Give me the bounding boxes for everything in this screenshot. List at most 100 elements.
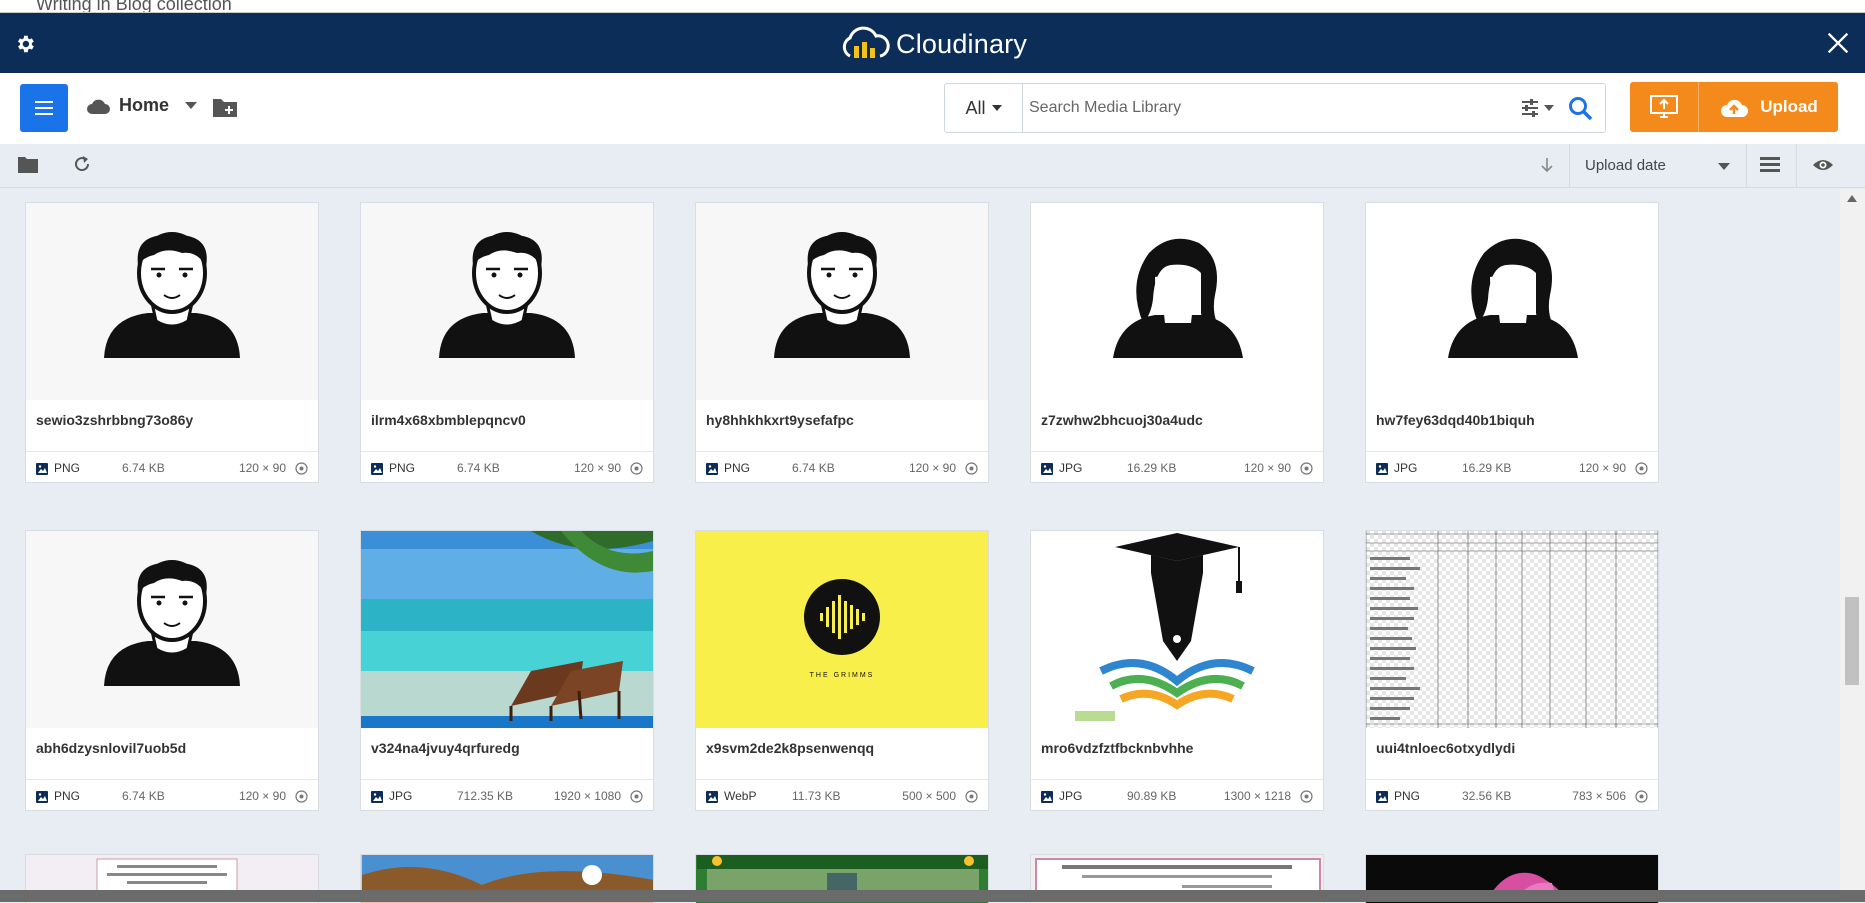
globe-icon bbox=[630, 790, 643, 803]
asset-size: 6.74 KB bbox=[122, 461, 165, 475]
folder-selector[interactable]: Home bbox=[86, 95, 198, 116]
asset-dimensions: 1300 × 1218 bbox=[1223, 789, 1291, 803]
globe-icon bbox=[965, 790, 978, 803]
asset-name: hy8hhkhkxrt9ysefafpc bbox=[706, 412, 854, 428]
asset-card[interactable]: hw7fey63dqd40b1biquh JPG 16.29 KB 120 × 90 bbox=[1365, 202, 1659, 483]
asset-card[interactable]: mro6vdzfztfbcknbvhhe JPG 90.89 KB 1300 × 12… bbox=[1030, 530, 1324, 811]
list-view-icon[interactable] bbox=[1760, 156, 1780, 174]
chevron-down-icon bbox=[185, 101, 198, 109]
image-icon bbox=[1376, 463, 1388, 475]
asset-format: PNG bbox=[54, 789, 81, 803]
search-scope-dropdown[interactable]: All bbox=[945, 84, 1023, 132]
asset-grid: sewio3zshrbbng73o86y PNG 6.74 KB 120 × 90 i… bbox=[0, 189, 1840, 903]
chevron-down-icon bbox=[991, 105, 1002, 111]
image-icon bbox=[1041, 791, 1053, 803]
asset-thumbnail[interactable] bbox=[26, 531, 318, 728]
view-options-bar: Upload date bbox=[0, 144, 1865, 188]
asset-format: JPG bbox=[1394, 461, 1418, 475]
sort-direction-icon[interactable] bbox=[1540, 157, 1554, 173]
search-input[interactable] bbox=[1029, 94, 1519, 122]
upload-from-screen-button[interactable] bbox=[1630, 82, 1699, 132]
asset-thumbnail[interactable] bbox=[361, 531, 653, 728]
asset-meta: PNG 6.74 KB 120 × 90 bbox=[361, 451, 653, 483]
asset-thumbnail[interactable] bbox=[696, 203, 988, 400]
image-icon bbox=[706, 463, 718, 475]
upload-group: Upload bbox=[1630, 82, 1838, 132]
asset-format: PNG bbox=[1394, 789, 1421, 803]
asset-card[interactable]: sewio3zshrbbng73o86y PNG 6.74 KB 120 × 90 bbox=[25, 202, 319, 483]
modal-header: Cloudinary bbox=[0, 13, 1865, 73]
gear-icon[interactable] bbox=[14, 33, 36, 55]
asset-thumbnail[interactable] bbox=[1366, 203, 1658, 400]
refresh-icon[interactable] bbox=[72, 154, 92, 174]
asset-card[interactable]: THE GRIMMS x9svm2de2k8psenwenqq WebP 11.73 … bbox=[695, 530, 989, 811]
asset-size: 6.74 KB bbox=[792, 461, 835, 475]
main-toolbar: Home All Upload bbox=[0, 73, 1865, 144]
globe-icon bbox=[1635, 462, 1648, 475]
globe-icon bbox=[1300, 462, 1313, 475]
folder-name: Home bbox=[119, 95, 170, 115]
image-icon bbox=[371, 791, 383, 803]
asset-dimensions: 120 × 90 bbox=[573, 461, 621, 475]
sort-by-dropdown[interactable]: Upload date bbox=[1569, 144, 1747, 187]
asset-format: JPG bbox=[389, 789, 413, 803]
asset-thumbnail[interactable] bbox=[1031, 203, 1323, 400]
filter-icon[interactable] bbox=[1520, 97, 1558, 119]
media-library-modal: Cloudinary Home All Search Media Library… bbox=[0, 12, 1865, 903]
asset-card[interactable]: z7zwhw2bhcuoj30a4udc JPG 16.29 KB 120 × 90 bbox=[1030, 202, 1324, 483]
asset-meta: PNG 32.56 KB 783 × 506 bbox=[1366, 779, 1658, 811]
asset-dimensions: 1920 × 1080 bbox=[553, 789, 621, 803]
search-scope-label: All bbox=[965, 97, 986, 118]
menu-button[interactable] bbox=[20, 84, 68, 132]
asset-format: JPG bbox=[1059, 461, 1083, 475]
asset-format: WebP bbox=[724, 789, 757, 803]
new-folder-icon[interactable] bbox=[212, 96, 238, 118]
asset-name: ilrm4x68xbmblepqncv0 bbox=[371, 412, 526, 428]
asset-card[interactable]: v324na4jvuy4qrfuredg JPG 712.35 KB 1920 × 1… bbox=[360, 530, 654, 811]
asset-dimensions: 500 × 500 bbox=[902, 789, 956, 803]
eye-icon[interactable] bbox=[1812, 157, 1834, 173]
image-icon bbox=[1376, 791, 1388, 803]
asset-size: 16.29 KB bbox=[1462, 461, 1512, 475]
asset-card[interactable]: uui4tnloec6otxydlydi PNG 32.56 KB 783 × 506 bbox=[1365, 530, 1659, 811]
asset-meta: JPG 712.35 KB 1920 × 1080 bbox=[361, 779, 653, 811]
grimms-text: THE GRIMMS bbox=[810, 672, 875, 679]
asset-thumbnail[interactable] bbox=[1366, 531, 1658, 728]
asset-card[interactable]: ilrm4x68xbmblepqncv0 PNG 6.74 KB 120 × 90 bbox=[360, 202, 654, 483]
asset-dimensions: 783 × 506 bbox=[1572, 789, 1626, 803]
cloud-icon bbox=[87, 99, 110, 114]
asset-card[interactable]: abh6dzysnlovil7uob5d PNG 6.74 KB 120 × 90 bbox=[25, 530, 319, 811]
globe-icon bbox=[965, 462, 978, 475]
asset-format: PNG bbox=[54, 461, 81, 475]
image-icon bbox=[36, 791, 48, 803]
scrollbar-thumb[interactable] bbox=[1845, 597, 1859, 685]
asset-name: uui4tnloec6otxydlydi bbox=[1376, 740, 1516, 756]
asset-thumbnail[interactable] bbox=[26, 203, 318, 400]
cloud-upload-icon bbox=[1721, 99, 1749, 117]
scroll-up-icon[interactable] bbox=[1847, 195, 1857, 202]
close-icon[interactable] bbox=[1824, 29, 1852, 57]
globe-icon bbox=[1635, 790, 1648, 803]
cloudinary-logo: Cloudinary bbox=[838, 23, 1027, 65]
asset-meta: WebP 11.73 KB 500 × 500 bbox=[696, 779, 988, 811]
asset-size: 6.74 KB bbox=[122, 789, 165, 803]
upload-button[interactable]: Upload bbox=[1700, 82, 1838, 132]
asset-size: 90.89 KB bbox=[1127, 789, 1177, 803]
search-icon[interactable] bbox=[1567, 95, 1593, 121]
scrollbar[interactable] bbox=[1840, 189, 1865, 903]
asset-dimensions: 120 × 90 bbox=[238, 789, 286, 803]
asset-thumbnail[interactable] bbox=[1031, 531, 1323, 728]
asset-format: PNG bbox=[389, 461, 416, 475]
asset-name: v324na4jvuy4qrfuredg bbox=[371, 740, 520, 756]
folder-icon[interactable] bbox=[18, 155, 38, 173]
asset-card[interactable]: hy8hhkhkxrt9ysefafpc PNG 6.74 KB 120 × 90 bbox=[695, 202, 989, 483]
asset-name: z7zwhw2bhcuoj30a4udc bbox=[1041, 412, 1203, 428]
asset-thumbnail[interactable] bbox=[361, 203, 653, 400]
asset-name: sewio3zshrbbng73o86y bbox=[36, 412, 194, 428]
asset-dimensions: 120 × 90 bbox=[1578, 461, 1626, 475]
asset-name: mro6vdzfztfbcknbvhhe bbox=[1041, 740, 1194, 756]
asset-dimensions: 120 × 90 bbox=[908, 461, 956, 475]
cloud-logo-icon bbox=[842, 26, 890, 58]
asset-size: 32.56 KB bbox=[1462, 789, 1512, 803]
asset-thumbnail[interactable]: THE GRIMMS bbox=[696, 531, 988, 728]
